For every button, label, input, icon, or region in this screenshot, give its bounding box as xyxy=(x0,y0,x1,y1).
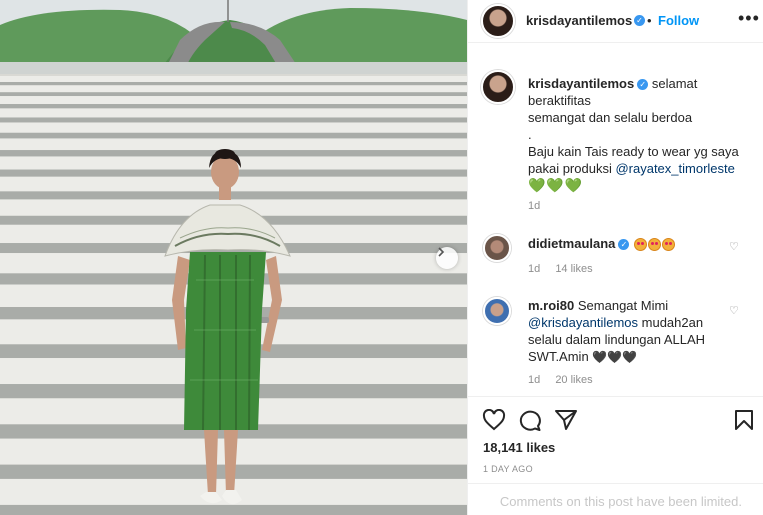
post-header: krisdayantilemos ✓ • Follow ••• xyxy=(468,0,763,43)
stair-riser xyxy=(0,132,467,139)
commenter-avatar[interactable] xyxy=(483,297,511,325)
comment-bubble-icon[interactable] xyxy=(518,409,542,431)
stair-step xyxy=(0,108,467,118)
post-actions: 18,141 likes 1 DAY AGO Comments on this … xyxy=(468,396,763,515)
caption-line: . xyxy=(528,127,532,142)
comment-time[interactable]: 1d xyxy=(528,374,540,386)
verified-badge-icon: ✓ xyxy=(637,79,649,91)
stair-riser xyxy=(0,92,467,97)
caption-username[interactable]: krisdayantilemos xyxy=(528,76,634,91)
author-avatar[interactable] xyxy=(481,4,515,38)
comment-like-heart-icon[interactable]: ♡ xyxy=(729,240,739,253)
post-details-panel: krisdayantilemos ✓ • Follow ••• krisdaya… xyxy=(467,0,763,515)
instagram-post-modal: krisdayantilemos ✓ • Follow ••• krisdaya… xyxy=(0,0,763,515)
like-count[interactable]: 18,141 likes xyxy=(483,440,555,455)
author-username[interactable]: krisdayantilemos xyxy=(526,13,632,28)
comment-time[interactable]: 1d xyxy=(528,263,540,275)
caption-line: beraktifitas xyxy=(528,93,591,108)
comment-line: selalu dalam lindungan ALLAH xyxy=(528,332,706,347)
stair-riser xyxy=(0,117,467,123)
verified-badge-icon: ✓ xyxy=(634,15,645,26)
comment-meta: 1d 20 likes xyxy=(528,374,605,386)
comment-mention-link[interactable]: @krisdayantilemos xyxy=(528,315,638,330)
caption-time[interactable]: 1d xyxy=(528,200,540,212)
comment-text: m.roi80 Semangat Mimi @krisdayantilemos … xyxy=(528,297,733,366)
commenter-username[interactable]: m.roi80 xyxy=(528,298,574,313)
heart-eyes-emoji xyxy=(662,238,676,252)
next-photo-button[interactable] xyxy=(436,247,458,269)
paper-plane-icon[interactable] xyxy=(554,409,578,431)
stair-step xyxy=(0,85,467,93)
comment-likes[interactable]: 20 likes xyxy=(555,374,592,386)
comment-text: didietmaulana ✓ xyxy=(528,235,733,252)
caption-line: Baju kain Tais ready to wear yg saya xyxy=(528,144,739,159)
stair-step xyxy=(0,76,467,82)
photo-illustration xyxy=(0,0,467,515)
stair-step xyxy=(0,96,467,105)
heart-outline-icon[interactable] xyxy=(482,409,506,431)
chevron-right-icon xyxy=(438,247,445,257)
caption-author-avatar[interactable] xyxy=(481,70,515,104)
caption-line: semangat dan selalu berdoa xyxy=(528,110,693,125)
comments-limited-notice: Comments on this post have been limited. xyxy=(468,483,763,515)
comment-likes[interactable]: 14 likes xyxy=(555,263,592,275)
header-separator: • xyxy=(647,13,652,28)
more-options-icon[interactable]: ••• xyxy=(738,8,760,29)
commenter-avatar[interactable] xyxy=(483,234,511,262)
comment-like-heart-icon[interactable]: ♡ xyxy=(729,304,739,317)
post-photo xyxy=(0,0,467,515)
comment-line: Semangat Mimi xyxy=(577,298,669,313)
bookmark-icon[interactable] xyxy=(734,409,754,431)
post-timestamp[interactable]: 1 DAY AGO xyxy=(483,464,533,474)
stair-riser xyxy=(0,82,467,86)
heart-eyes-emoji xyxy=(634,238,648,252)
stair-step xyxy=(0,138,467,151)
comment-meta: 1d 14 likes xyxy=(528,263,605,275)
black-hearts-emoji: 🖤🖤🖤 xyxy=(592,350,638,364)
caption-mention-link[interactable]: @rayatex_timorleste xyxy=(615,161,734,176)
caption-line: selamat xyxy=(651,76,698,91)
stair-riser xyxy=(0,104,467,109)
stair-riser xyxy=(0,191,467,200)
caption-text: krisdayantilemos ✓ selamat beraktifitas s… xyxy=(528,75,753,194)
green-hearts-emoji: 💚💚💚 xyxy=(528,177,584,193)
heart-eyes-emoji xyxy=(648,238,662,252)
stair-riser xyxy=(0,504,467,515)
comment-line: SWT.Amin xyxy=(528,349,589,364)
comment-line: mudah2an xyxy=(641,315,704,330)
commenter-username[interactable]: didietmaulana xyxy=(528,236,615,251)
caption-line: pakai produksi xyxy=(528,161,612,176)
verified-badge-icon: ✓ xyxy=(618,239,630,251)
follow-button[interactable]: Follow xyxy=(658,13,699,28)
stair-step xyxy=(0,122,467,133)
